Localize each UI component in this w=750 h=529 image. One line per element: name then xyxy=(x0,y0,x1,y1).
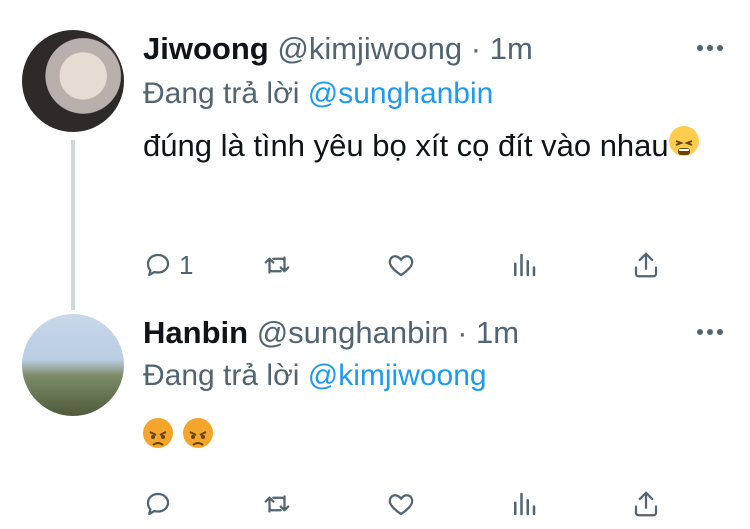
analytics-button[interactable] xyxy=(509,245,539,285)
retweet-button[interactable] xyxy=(262,245,292,285)
replying-to: Đang trả lời @sunghanbin xyxy=(143,76,493,112)
tweet-text: đúng là tình yêu bọ xít cọ đít vào nhau xyxy=(143,122,703,170)
reply-icon xyxy=(146,253,170,277)
retweet-icon xyxy=(264,495,290,513)
like-button[interactable] xyxy=(386,484,416,524)
tweet-header: Hanbin @sunghanbin · 1m xyxy=(143,314,519,352)
reply-count: 1 xyxy=(179,249,194,280)
tweet-actions xyxy=(0,484,750,524)
share-icon xyxy=(634,491,658,517)
like-icon xyxy=(388,494,414,516)
share-button[interactable] xyxy=(631,484,661,524)
tweet-jiwoong[interactable]: Jiwoong @kimjiwoong · 1m Đang trả lời @s… xyxy=(0,0,750,310)
replying-label: Đang trả lời xyxy=(143,359,308,392)
reply-button[interactable]: 1 xyxy=(143,245,193,285)
avatar[interactable] xyxy=(22,30,124,132)
tweet-actions: 1 xyxy=(0,245,750,285)
analytics-icon xyxy=(514,492,536,516)
reply-button[interactable] xyxy=(143,484,179,524)
like-icon xyxy=(388,255,414,277)
like-button[interactable] xyxy=(386,245,416,285)
reply-icon xyxy=(146,492,170,516)
display-name[interactable]: Hanbin xyxy=(143,315,248,350)
tweet-text xyxy=(143,414,223,462)
tweet-text-content: đúng là tình yêu bọ xít cọ đít vào nhau xyxy=(143,128,669,163)
replying-label: Đang trả lời xyxy=(143,77,308,110)
handle-and-time[interactable]: @kimjiwoong · 1m xyxy=(277,31,532,66)
mention-link[interactable]: @sunghanbin xyxy=(308,77,494,110)
analytics-icon xyxy=(514,253,536,277)
share-icon xyxy=(634,252,658,278)
angry-face-emoji xyxy=(143,418,173,448)
more-icon[interactable] xyxy=(697,45,723,53)
share-button[interactable] xyxy=(631,245,661,285)
handle-and-time[interactable]: @sunghanbin · 1m xyxy=(257,315,519,350)
tired-face-emoji xyxy=(668,126,699,156)
replying-to: Đang trả lời @kimjiwoong xyxy=(143,358,487,394)
tweet-header: Jiwoong @kimjiwoong · 1m xyxy=(143,30,533,68)
retweet-icon xyxy=(264,256,290,274)
angry-face-emoji xyxy=(183,418,213,448)
analytics-button[interactable] xyxy=(509,484,539,524)
display-name[interactable]: Jiwoong xyxy=(143,31,269,66)
retweet-button[interactable] xyxy=(262,484,292,524)
more-icon[interactable] xyxy=(697,329,723,337)
avatar[interactable] xyxy=(22,314,124,416)
mention-link[interactable]: @kimjiwoong xyxy=(308,359,487,392)
